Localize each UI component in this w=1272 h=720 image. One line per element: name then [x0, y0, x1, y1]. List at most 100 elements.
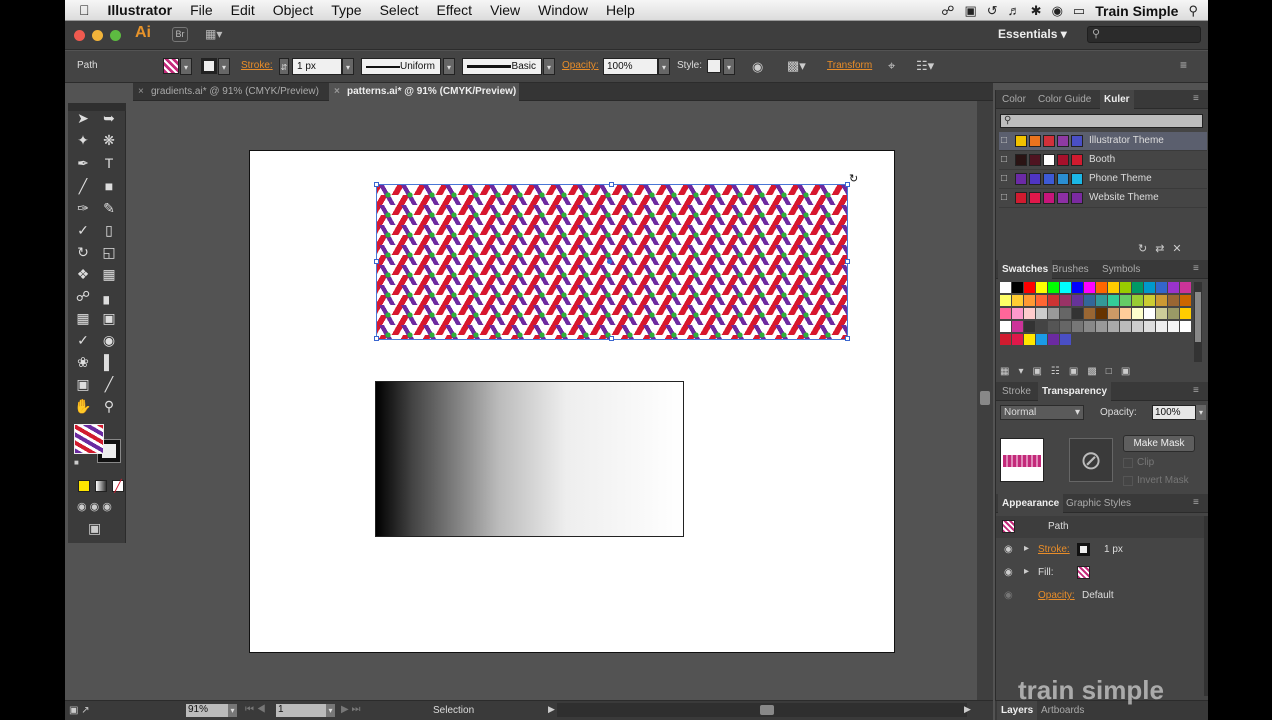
shape-builder-tool-icon[interactable]: ☍ [72, 285, 94, 307]
color-swatch[interactable] [1180, 295, 1191, 306]
color-swatch[interactable] [1120, 308, 1131, 319]
color-swatch[interactable] [1000, 308, 1011, 319]
isolate-icon[interactable]: ⌖ [888, 58, 895, 74]
color-swatch[interactable] [1048, 282, 1059, 293]
free-transform-tool-icon[interactable]: ▦ [98, 263, 120, 285]
appearance-fill-row[interactable]: ◉ ▸ Fill: [996, 562, 1204, 584]
artboard-navigator-icon[interactable]: ▣ ↗ [69, 705, 90, 716]
appearance-stroke-label[interactable]: Stroke: [1038, 544, 1070, 555]
artboard-tool-icon[interactable]: ▣ [72, 373, 94, 395]
paintbrush-tool-icon[interactable]: ✑ [72, 197, 94, 219]
fill-dropdown-icon[interactable]: ▾ [180, 58, 192, 75]
color-swatch[interactable] [1132, 282, 1143, 293]
kuler-search-input[interactable]: ⚲ [1000, 114, 1203, 128]
user-name[interactable]: Train Simple [1095, 3, 1178, 19]
color-swatch[interactable] [1144, 295, 1155, 306]
stroke-stepper[interactable]: ⇵ [279, 58, 289, 75]
style-dropdown-icon[interactable]: ▾ [723, 58, 735, 75]
color-swatch[interactable] [1000, 334, 1011, 345]
tab-patterns[interactable]: × patterns.ai* @ 91% (CMYK/Preview) [329, 83, 519, 101]
color-swatch[interactable] [1024, 334, 1035, 345]
zoom-level-input[interactable]: 91% [186, 704, 228, 717]
color-swatch[interactable] [1060, 282, 1071, 293]
color-swatch[interactable] [1108, 308, 1119, 319]
selection-handle[interactable] [845, 336, 850, 341]
color-swatch[interactable] [1120, 295, 1131, 306]
transform-link[interactable]: Transform [827, 60, 872, 71]
zoom-tool-icon[interactable]: ⚲ [98, 395, 120, 417]
color-swatch[interactable] [1000, 321, 1011, 332]
color-swatch[interactable] [1024, 282, 1035, 293]
transparency-opacity-input[interactable]: 100% [1152, 405, 1196, 420]
selection-handle[interactable] [609, 182, 614, 187]
color-swatch[interactable] [1144, 282, 1155, 293]
color-swatch[interactable] [1156, 282, 1167, 293]
color-swatch[interactable] [1060, 321, 1071, 332]
kuler-actions-icon[interactable]: ↻⇄✕ [1138, 242, 1190, 255]
color-swatch[interactable] [1060, 308, 1071, 319]
color-swatch[interactable] [1036, 282, 1047, 293]
color-swatch[interactable] [1180, 282, 1191, 293]
panel-menu-icon[interactable]: ≡ [1193, 497, 1199, 508]
kuler-theme-row[interactable]: □ Phone Theme [999, 170, 1207, 189]
spotlight-icon[interactable]: ⚲ [1188, 3, 1198, 19]
selection-handle[interactable] [845, 259, 850, 264]
tab-gradients[interactable]: × gradients.ai* @ 91% (CMYK/Preview) [133, 83, 323, 101]
artboard-number-input[interactable]: 1 [276, 704, 326, 717]
stroke-swatch[interactable] [201, 58, 217, 74]
color-swatch[interactable] [1000, 282, 1011, 293]
pattern-rectangle[interactable] [376, 184, 848, 340]
invert-mask-checkbox[interactable] [1123, 476, 1133, 486]
type-tool-icon[interactable]: T [98, 152, 120, 174]
visibility-eye-icon[interactable]: ◉ [1004, 590, 1013, 601]
transparency-opacity-dropdown-icon[interactable]: ▾ [1196, 405, 1206, 420]
color-swatch[interactable] [1108, 295, 1119, 306]
color-swatch[interactable] [1024, 308, 1035, 319]
current-tool-status[interactable]: Selection [433, 705, 474, 716]
vertical-scrollbar[interactable] [977, 101, 993, 700]
color-swatch[interactable] [1156, 321, 1167, 332]
color-swatch[interactable] [1180, 308, 1191, 319]
rotate-tool-icon[interactable]: ↻ [72, 241, 94, 263]
lasso-tool-icon[interactable]: ❋ [98, 129, 120, 151]
color-swatch[interactable] [1048, 308, 1059, 319]
color-swatch[interactable] [1072, 282, 1083, 293]
fill-swatch[interactable] [163, 58, 179, 74]
tab-swatches[interactable]: Swatches [998, 260, 1053, 279]
menu-app-name[interactable]: Illustrator [99, 2, 182, 18]
menu-window[interactable]: Window [529, 2, 597, 18]
color-swatch[interactable] [1084, 282, 1095, 293]
perspective-grid-tool-icon[interactable]: ▖ [98, 285, 120, 307]
menu-file[interactable]: File [181, 2, 222, 18]
slice-tool-icon[interactable]: ╱ [98, 373, 120, 395]
menu-object[interactable]: Object [264, 2, 322, 18]
menu-view[interactable]: View [481, 2, 529, 18]
menu-help[interactable]: Help [597, 2, 644, 18]
zoom-window-button[interactable] [110, 30, 121, 41]
appearance-stroke-value[interactable]: 1 px [1104, 544, 1123, 555]
workspace-switcher[interactable]: Essentials ▾ [998, 27, 1067, 41]
blend-mode-select[interactable]: Normal ▾ [1000, 405, 1084, 420]
tab-appearance[interactable]: Appearance [998, 494, 1064, 513]
color-swatch[interactable] [1168, 321, 1179, 332]
tab-color-guide[interactable]: Color Guide [1034, 90, 1095, 109]
color-swatch[interactable] [1036, 321, 1047, 332]
stroke-weight-input[interactable]: 1 px [292, 58, 342, 75]
apple-icon[interactable]:  [65, 2, 99, 18]
draw-mode-icon[interactable]: ◉ ◉ ◉ [77, 500, 112, 513]
brush-dropdown-icon[interactable]: ▾ [543, 58, 555, 75]
color-swatch[interactable] [1108, 282, 1119, 293]
selection-handle[interactable] [374, 259, 379, 264]
eraser-tool-icon[interactable]: ▯ [98, 219, 120, 241]
control-options-icon[interactable]: ☷▾ [916, 58, 934, 74]
color-swatch[interactable] [1168, 282, 1179, 293]
artboard-next-icons[interactable]: ▶ ⏭ [341, 704, 360, 715]
tab-graphic-styles[interactable]: Graphic Styles [1062, 494, 1135, 513]
appearance-title-row[interactable]: Path [996, 516, 1204, 538]
status-menu-arrow-icon[interactable]: ▶ [548, 704, 555, 715]
align-icon[interactable]: ▩▾ [787, 58, 806, 74]
appearance-fill-swatch[interactable] [1077, 566, 1090, 579]
make-mask-button[interactable]: Make Mask [1123, 435, 1195, 452]
no-mask-icon[interactable]: ⊘ [1069, 438, 1113, 482]
stroke-label[interactable]: Stroke: [241, 60, 273, 71]
